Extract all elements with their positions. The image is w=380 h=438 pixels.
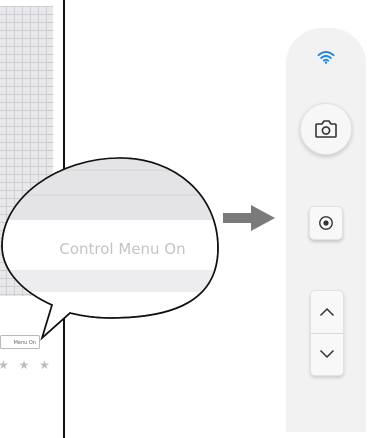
up-down-control bbox=[310, 290, 344, 376]
record-icon bbox=[319, 216, 333, 230]
down-button[interactable] bbox=[311, 333, 343, 375]
mini-status-pill: Menu On bbox=[0, 335, 40, 349]
callout-label: Control Menu On bbox=[59, 240, 186, 258]
capture-button[interactable] bbox=[300, 103, 352, 155]
wifi-icon bbox=[317, 51, 335, 64]
control-panel bbox=[286, 28, 366, 432]
chevron-down-icon bbox=[319, 349, 335, 359]
up-button[interactable] bbox=[311, 291, 343, 334]
rating-stars: ★ ★ ★ bbox=[0, 358, 53, 372]
record-button[interactable] bbox=[309, 206, 343, 240]
arrow-right-icon bbox=[223, 205, 275, 231]
device-preview: Menu On ★ ★ ★ bbox=[0, 0, 65, 438]
chevron-up-icon bbox=[319, 307, 335, 317]
camera-icon bbox=[315, 120, 337, 138]
